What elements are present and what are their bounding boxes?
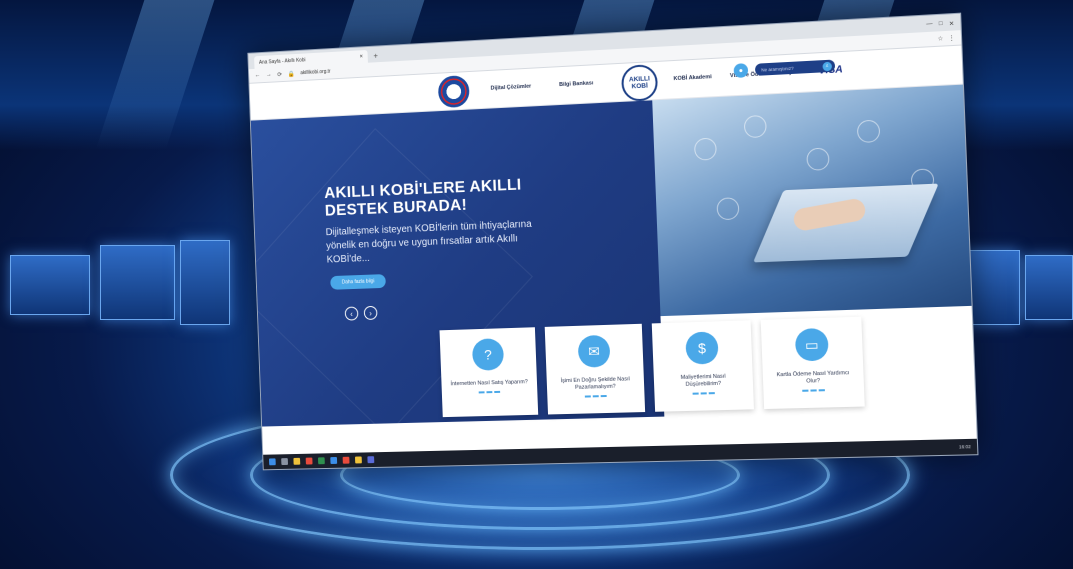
network-node xyxy=(716,197,739,220)
back-icon[interactable]: ← xyxy=(255,73,261,79)
side-screen-left xyxy=(10,255,90,315)
nav-bilgi-bankasi[interactable]: Bilgi Bankası xyxy=(559,80,593,88)
app-icon[interactable] xyxy=(343,457,350,464)
app-icon[interactable] xyxy=(330,457,337,464)
close-window-icon[interactable]: ✕ xyxy=(949,20,955,27)
side-screen-left xyxy=(100,245,175,320)
app-icon[interactable] xyxy=(306,458,313,465)
card-text: İşimi En Doğru Şekilde Nasıl Pazarlamalı… xyxy=(556,376,636,392)
hero-subtitle: Dijitalleşmek isteyen KOBİ'lerin tüm iht… xyxy=(325,217,558,268)
card-hand-icon: ▭ xyxy=(795,328,829,362)
person-question-icon: ? xyxy=(472,338,504,371)
reload-icon[interactable]: ⟳ xyxy=(277,71,282,78)
feature-card[interactable]: ✉ İşimi En Doğru Şekilde Nasıl Pazarlama… xyxy=(545,324,645,415)
star-icon[interactable]: ☆ xyxy=(937,35,943,42)
hero-title: AKILLI KOBİ'LERE AKILLI DESTEK BURADA! xyxy=(324,174,577,220)
card-underline xyxy=(585,395,607,397)
card-text: İnternetten Nasıl Satış Yaparım? xyxy=(450,379,528,388)
start-icon[interactable] xyxy=(269,458,276,465)
coins-hand-icon: $ xyxy=(685,331,718,364)
lock-icon: 🔒 xyxy=(288,70,295,77)
card-text: Kartla Ödeme Nasıl Yardımcı Olur? xyxy=(772,370,855,387)
hero-image xyxy=(652,85,971,316)
app-icon[interactable] xyxy=(367,456,374,463)
feature-card[interactable]: $ Maliyetlerimi Nasıl Düşürebilirim? xyxy=(652,320,754,412)
side-screen-right xyxy=(1025,255,1073,320)
search-input[interactable] xyxy=(761,64,821,72)
minimize-icon[interactable]: — xyxy=(926,21,933,29)
network-node xyxy=(857,120,881,144)
browser-toolbar-icons: ☆ ⋮ xyxy=(937,34,954,42)
next-arrow-icon[interactable]: › xyxy=(364,306,378,320)
feature-card[interactable]: ▭ Kartla Ödeme Nasıl Yardımcı Olur? xyxy=(761,317,865,409)
card-underline xyxy=(479,391,500,393)
maximize-icon[interactable]: □ xyxy=(939,21,943,28)
hero-section: AKILLI KOBİ'LERE AKILLI DESTEK BURADA! D… xyxy=(251,85,976,427)
forward-icon[interactable]: → xyxy=(266,72,272,78)
nav-kobi-akademi[interactable]: KOBİ Akademi xyxy=(673,74,711,82)
app-icon[interactable] xyxy=(318,457,325,464)
search-icon[interactable] xyxy=(281,458,288,465)
more-info-button[interactable]: Daha fazla bilgi xyxy=(330,274,386,290)
taskbar-clock: 16:02 xyxy=(959,444,971,449)
chat-bubbles-icon: ✉ xyxy=(578,335,611,368)
search-icon[interactable]: ⌕ xyxy=(822,61,832,71)
feature-card[interactable]: ? İnternetten Nasıl Satış Yaparım? xyxy=(440,327,539,417)
akilli-kobi-logo[interactable]: AKILLI KOBİ xyxy=(621,64,658,102)
tab-close-icon[interactable]: × xyxy=(359,54,363,60)
tobb-seal-logo[interactable] xyxy=(438,75,470,108)
window-controls: — □ ✕ xyxy=(926,20,961,29)
card-underline xyxy=(693,392,715,394)
folder-icon[interactable] xyxy=(293,458,300,465)
network-node xyxy=(806,147,829,170)
chrome-icon[interactable] xyxy=(355,456,362,463)
side-screen-right xyxy=(965,250,1020,325)
feature-cards: ? İnternetten Nasıl Satış Yaparım? ✉ İşi… xyxy=(440,317,865,417)
prev-arrow-icon[interactable]: ‹ xyxy=(345,306,359,320)
side-screen-left xyxy=(180,240,230,325)
nav-dijital-cozumler[interactable]: Dijital Çözümler xyxy=(491,84,532,92)
network-node xyxy=(694,138,717,161)
network-node xyxy=(744,115,767,138)
url-field[interactable]: akillikobi.org.tr xyxy=(300,69,330,76)
tab-title: Ana Sayfa - Akıllı Kobi xyxy=(259,57,306,65)
browser-window: Ana Sayfa - Akıllı Kobi × + — □ ✕ ← → ⟳ … xyxy=(247,13,978,471)
menu-icon[interactable]: ⋮ xyxy=(948,34,955,42)
card-text: Maliyetlerimi Nasıl Düşürebilirim? xyxy=(663,373,744,389)
new-tab-icon[interactable]: + xyxy=(373,51,378,60)
card-underline xyxy=(802,389,825,391)
logo-line2: KOBİ xyxy=(631,83,647,91)
